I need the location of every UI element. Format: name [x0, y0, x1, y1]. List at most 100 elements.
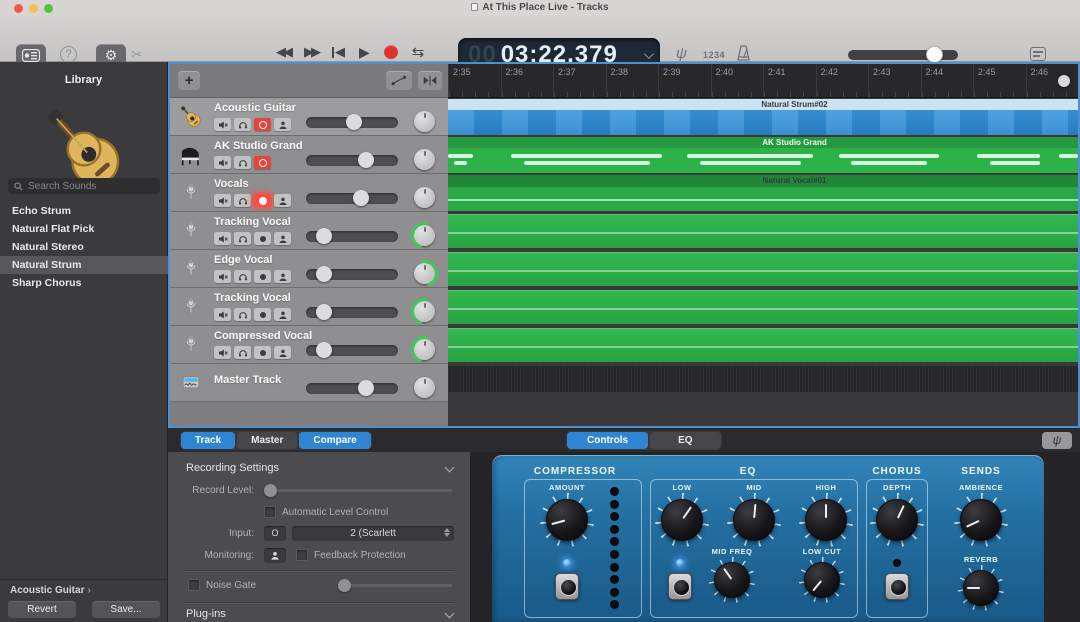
timeline-lane[interactable]	[448, 288, 1078, 326]
tuner-icon[interactable]: ψ	[676, 45, 687, 62]
input-button[interactable]	[274, 118, 291, 131]
compressor-toggle-switch[interactable]	[555, 573, 579, 600]
pan-knob[interactable]	[414, 187, 435, 208]
record-enable-button[interactable]	[254, 118, 271, 131]
region-midi[interactable]: AK Studio Grand	[448, 137, 1078, 173]
track-header-compressed-vocal[interactable]: Compressed Vocal	[170, 326, 448, 364]
record-level-knob[interactable]	[264, 484, 277, 497]
track-header-edge-vocal[interactable]: Edge Vocal	[170, 250, 448, 288]
chorus-toggle-switch[interactable]	[885, 573, 909, 600]
track-volume-knob[interactable]	[358, 152, 374, 168]
mute-button[interactable]	[214, 270, 231, 283]
record-enable-button[interactable]	[254, 270, 271, 283]
eq-mid-freq-knob[interactable]: MID FREQ	[709, 547, 755, 603]
mute-button[interactable]	[214, 346, 231, 359]
play-button[interactable]: ▶	[359, 44, 370, 61]
time-ruler[interactable]: 2:352:362:372:382:392:402:412:422:432:44…	[448, 64, 1078, 98]
save-button[interactable]: Save...	[92, 601, 160, 618]
add-track-button[interactable]: +	[178, 71, 200, 90]
tab-eq[interactable]: EQ	[650, 432, 720, 449]
eq-mid-knob[interactable]: MID	[727, 483, 781, 547]
sends-reverb-knob[interactable]: REVERB	[958, 555, 1004, 611]
ruler-tick[interactable]: 2:45	[973, 64, 1026, 97]
input-button[interactable]	[274, 308, 291, 321]
region-audio-green[interactable]	[448, 290, 1078, 324]
pan-knob[interactable]	[414, 225, 435, 246]
track-volume-knob[interactable]	[353, 190, 369, 206]
ruler-tick[interactable]: 2:38	[606, 64, 659, 97]
pan-knob[interactable]	[414, 339, 435, 360]
chorus-depth-knob[interactable]: DEPTH	[870, 483, 924, 547]
tab-compare[interactable]: Compare	[299, 432, 370, 449]
notepad-toggle-icon[interactable]	[1030, 47, 1046, 61]
track-volume-slider[interactable]	[306, 269, 398, 280]
editors-scissors-icon[interactable]: ✂	[131, 46, 143, 63]
track-header-vocals[interactable]: Vocals	[170, 174, 448, 212]
ruler-tick[interactable]: 2:37	[553, 64, 606, 97]
input-source-select[interactable]: 2 (Scarlett	[292, 526, 454, 541]
track-header-tracking-vocal[interactable]: Tracking Vocal	[170, 288, 448, 326]
sound-patch-echo-strum[interactable]: Echo Strum	[0, 202, 168, 220]
track-header-tracking-vocal[interactable]: Tracking Vocal	[170, 212, 448, 250]
pan-knob[interactable]	[414, 263, 435, 284]
sound-patch-natural-stereo[interactable]: Natural Stereo	[0, 238, 168, 256]
ruler-scroll-knob[interactable]	[1058, 75, 1070, 87]
track-volume-slider[interactable]	[306, 231, 398, 242]
recording-settings-header[interactable]: Recording Settings	[186, 462, 279, 474]
ruler-tick[interactable]: 2:35	[448, 64, 501, 97]
ruler-tick[interactable]: 2:39	[658, 64, 711, 97]
input-button[interactable]	[274, 346, 291, 359]
noise-gate-slider[interactable]	[338, 584, 452, 587]
sound-patch-natural-flat-pick[interactable]: Natural Flat Pick	[0, 220, 168, 238]
catch-playhead-button[interactable]	[418, 71, 442, 90]
sends-ambience-knob[interactable]: AMBIENCE	[954, 483, 1008, 547]
automation-button[interactable]	[386, 71, 412, 90]
auto-level-checkbox[interactable]	[264, 506, 276, 518]
track-volume-slider[interactable]	[306, 307, 398, 318]
timeline-lane[interactable]	[448, 212, 1078, 250]
track-header-ak-studio-grand[interactable]: AK Studio Grand	[170, 136, 448, 174]
tab-track[interactable]: Track	[181, 432, 235, 449]
ruler-tick[interactable]: 2:36	[501, 64, 554, 97]
sound-patch-natural-strum[interactable]: Natural Strum	[0, 256, 168, 274]
track-volume-knob[interactable]	[316, 228, 332, 244]
solo-button[interactable]	[234, 118, 251, 131]
pan-knob[interactable]	[414, 377, 435, 398]
master-volume-slider[interactable]	[848, 50, 958, 60]
record-enable-button[interactable]	[254, 346, 271, 359]
chevron-down-icon[interactable]	[445, 609, 455, 619]
record-enable-button[interactable]	[254, 308, 271, 321]
region-audio-green[interactable]	[448, 252, 1078, 286]
tab-controls[interactable]: Controls	[567, 432, 648, 449]
track-header-acoustic-guitar[interactable]: Acoustic Guitar	[170, 98, 448, 136]
timeline-lane[interactable]: Natural Vocal#01	[448, 174, 1078, 212]
ruler-tick[interactable]: 2:44	[921, 64, 974, 97]
mute-button[interactable]	[214, 118, 231, 131]
timeline-lane[interactable]: AK Studio Grand	[448, 136, 1078, 174]
timeline-lane[interactable]	[448, 326, 1078, 364]
track-volume-slider[interactable]	[306, 193, 398, 204]
eq-toggle-switch[interactable]	[668, 573, 692, 600]
pan-knob[interactable]	[414, 301, 435, 322]
tuning-fork-button[interactable]: ψ	[1042, 432, 1072, 449]
feedback-protection-checkbox[interactable]	[296, 549, 308, 561]
region-audio-blue[interactable]: Natural Strum#02	[448, 99, 1078, 135]
solo-button[interactable]	[234, 232, 251, 245]
sound-patch-sharp-chorus[interactable]: Sharp Chorus	[0, 274, 168, 292]
input-mono-button[interactable]: O	[264, 526, 286, 541]
input-button[interactable]	[274, 194, 291, 207]
pan-knob[interactable]	[414, 149, 435, 170]
rewind-button[interactable]: ◀◀	[276, 44, 290, 60]
track-volume-knob[interactable]	[316, 342, 332, 358]
mute-button[interactable]	[214, 156, 231, 169]
track-header-master-track[interactable]: Master Track	[170, 364, 448, 402]
solo-button[interactable]	[234, 270, 251, 283]
track-volume-slider[interactable]	[306, 155, 398, 166]
lcd-chevron-down-icon[interactable]	[644, 49, 654, 59]
input-button[interactable]	[274, 232, 291, 245]
ruler-tick[interactable]: 2:43	[868, 64, 921, 97]
track-volume-knob[interactable]	[316, 266, 332, 282]
region-audio-green[interactable]	[448, 328, 1078, 362]
solo-button[interactable]	[234, 308, 251, 321]
input-button[interactable]	[274, 270, 291, 283]
